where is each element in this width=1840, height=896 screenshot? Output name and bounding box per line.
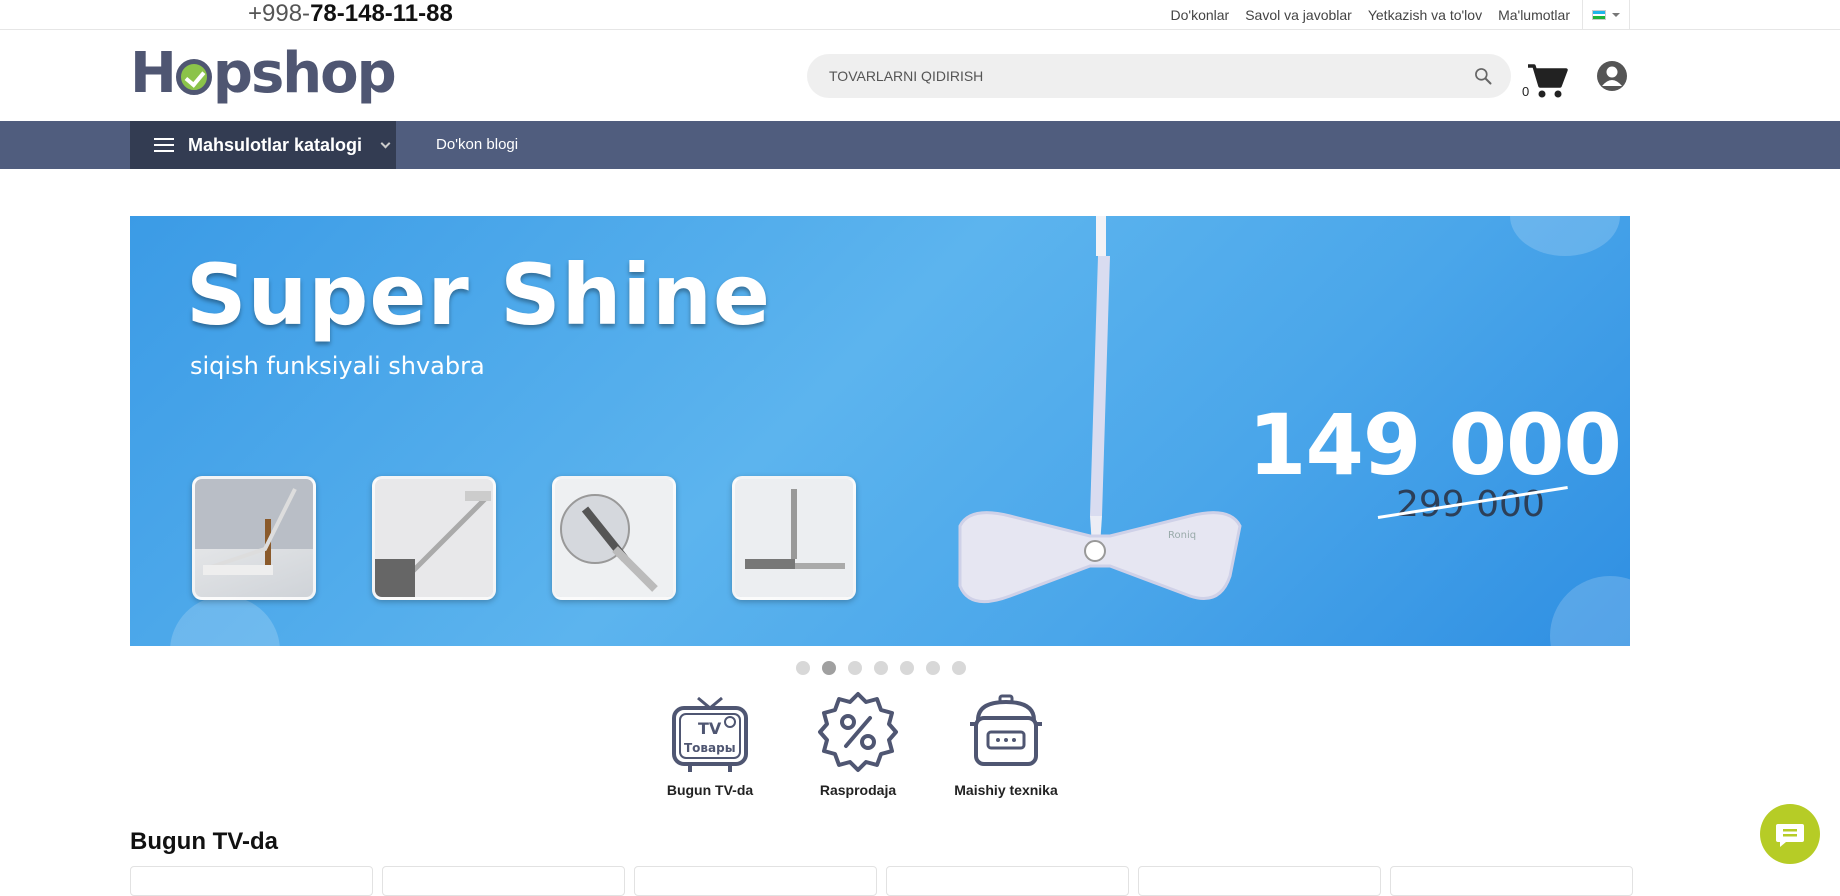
catalog-label: Mahsulotlar katalogi bbox=[188, 134, 363, 155]
svg-text:Товары: Товары bbox=[684, 741, 736, 755]
svg-text:TV: TV bbox=[698, 719, 722, 738]
carousel-dot[interactable] bbox=[874, 661, 888, 675]
phone-prefix: +998- bbox=[248, 0, 311, 27]
top-link-faq[interactable]: Savol va javoblar bbox=[1245, 7, 1352, 23]
phone-number[interactable]: +998-78-148-11-88 bbox=[248, 0, 453, 28]
logo-rest: pshop bbox=[212, 40, 397, 106]
banner-title: Super Shine bbox=[186, 246, 771, 344]
category-label: Bugun TV-da bbox=[666, 782, 754, 798]
chat-bubble-icon bbox=[1776, 824, 1804, 847]
category-label: Maishiy texnika bbox=[954, 782, 1058, 798]
carousel-dot[interactable] bbox=[952, 661, 966, 675]
banner-subtitle: siqish funksiyali shvabra bbox=[190, 352, 485, 380]
category-sale[interactable]: Rasprodaja bbox=[784, 690, 932, 798]
hero-banner[interactable]: Super Shine siqish funksiyali shvabra Ro… bbox=[130, 216, 1630, 646]
top-link-delivery[interactable]: Yetkazish va to'lov bbox=[1368, 7, 1482, 23]
phone-main: 78-148-11-88 bbox=[310, 0, 453, 27]
carousel-dot[interactable] bbox=[926, 661, 940, 675]
site-logo[interactable]: Hpshop bbox=[130, 41, 397, 106]
search-input[interactable] bbox=[829, 68, 1429, 84]
user-account-icon[interactable] bbox=[1596, 60, 1628, 92]
carousel-dot-active[interactable] bbox=[822, 661, 836, 675]
decor-bubble bbox=[1510, 216, 1620, 256]
product-cards-row bbox=[130, 866, 1633, 896]
main-nav: Mahsulotlar katalogi Do'kon blogi bbox=[0, 121, 1840, 169]
top-links: Do'konlar Savol va javoblar Yetkazish va… bbox=[1155, 0, 1630, 30]
category-tv[interactable]: TV Товары Bugun TV-da bbox=[636, 690, 784, 798]
nav-link-blog[interactable]: Do'kon blogi bbox=[436, 121, 518, 169]
catalog-button[interactable]: Mahsulotlar katalogi bbox=[130, 121, 396, 169]
top-link-info[interactable]: Ma'lumotlar bbox=[1498, 7, 1570, 23]
top-bar: +998-78-148-11-88 Do'konlar Savol va jav… bbox=[0, 0, 1840, 30]
decor-bubble bbox=[170, 596, 280, 646]
section-title: Bugun TV-da bbox=[130, 828, 278, 855]
product-card[interactable] bbox=[886, 866, 1129, 896]
carousel-dot[interactable] bbox=[900, 661, 914, 675]
logo-check-icon bbox=[175, 59, 212, 95]
uz-flag-icon bbox=[1592, 10, 1606, 20]
product-thumbnail bbox=[552, 476, 676, 600]
product-card[interactable] bbox=[382, 866, 625, 896]
search-icon[interactable] bbox=[1473, 66, 1493, 86]
product-card[interactable] bbox=[634, 866, 877, 896]
product-card[interactable] bbox=[1390, 866, 1633, 896]
menu-icon bbox=[154, 138, 174, 152]
rice-cooker-icon bbox=[970, 694, 1042, 766]
product-card[interactable] bbox=[130, 866, 373, 896]
product-card[interactable] bbox=[1138, 866, 1381, 896]
banner-thumbnails bbox=[192, 476, 856, 600]
chevron-down-icon bbox=[380, 138, 391, 148]
logo-h: H bbox=[130, 40, 177, 106]
carousel-dot[interactable] bbox=[848, 661, 862, 675]
product-thumbnail bbox=[732, 476, 856, 600]
language-switcher[interactable] bbox=[1582, 0, 1630, 30]
cart-count: 0 bbox=[1522, 84, 1530, 99]
product-thumbnail bbox=[192, 476, 316, 600]
top-link-stores[interactable]: Do'konlar bbox=[1171, 7, 1230, 23]
tv-icon: TV Товары bbox=[672, 696, 748, 772]
caret-down-icon bbox=[1612, 13, 1620, 17]
mop-brand-label: Roniq bbox=[1168, 530, 1196, 541]
product-thumbnail bbox=[372, 476, 496, 600]
decor-bubble bbox=[1550, 576, 1630, 646]
category-label: Rasprodaja bbox=[819, 782, 897, 798]
category-shortcuts: TV Товары Bugun TV-da Rasprodaja Maishiy… bbox=[636, 690, 1080, 798]
carousel-dot[interactable] bbox=[796, 661, 810, 675]
banner-old-price: 299 000 bbox=[1396, 484, 1545, 525]
banner-price: 149 000 bbox=[1248, 396, 1622, 494]
category-appliances[interactable]: Maishiy texnika bbox=[932, 690, 1080, 798]
search-bar bbox=[807, 54, 1511, 98]
percent-badge-icon bbox=[818, 692, 898, 772]
mop-product-image: Roniq bbox=[958, 216, 1242, 604]
chat-button[interactable] bbox=[1760, 804, 1820, 864]
carousel-dots bbox=[796, 661, 966, 675]
